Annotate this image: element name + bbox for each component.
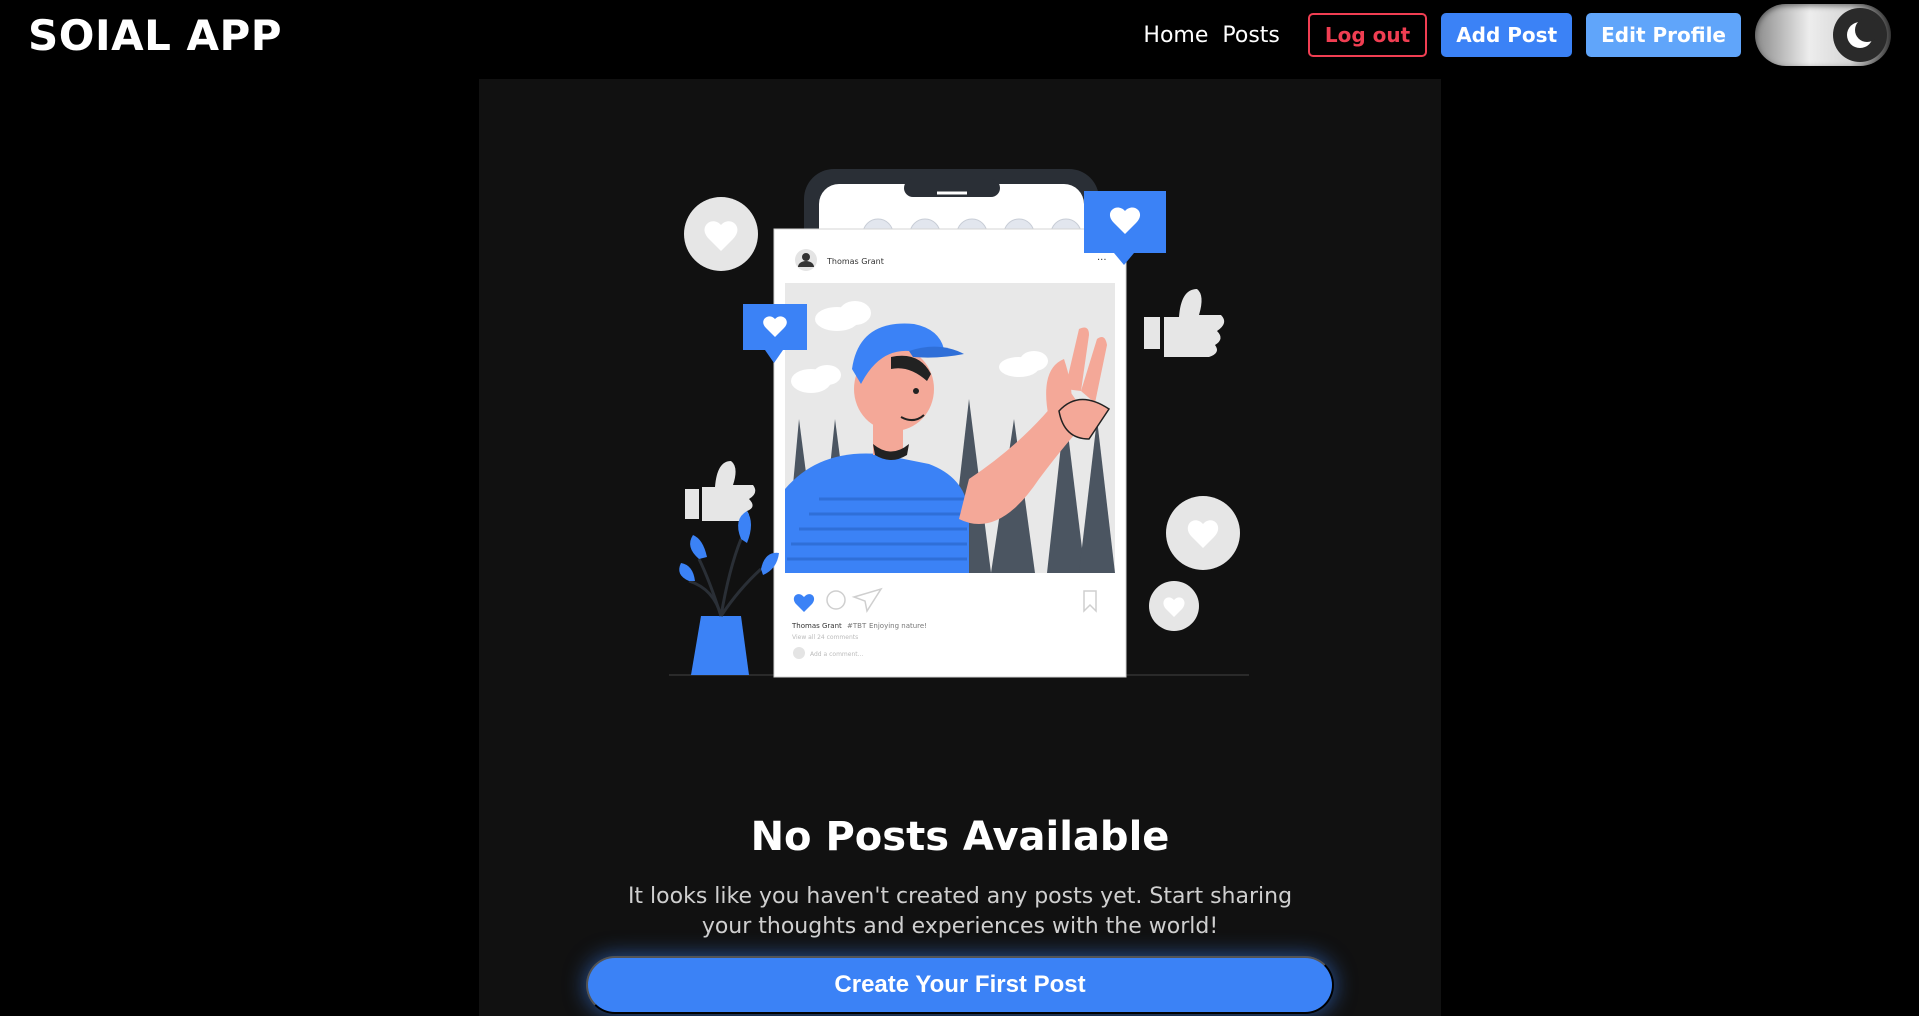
thumbs-up-icon-left (685, 461, 756, 521)
edit-profile-button[interactable]: Edit Profile (1586, 13, 1741, 57)
comment-avatar (793, 647, 805, 659)
caption-user: Thomas Grant (791, 622, 842, 630)
caption-tag: #TBT (847, 622, 867, 630)
navbar: SOIAL APP Home Posts Log out Add Post Ed… (0, 0, 1919, 70)
comments-count: View all 24 comments (792, 634, 858, 641)
theme-toggle[interactable] (1755, 4, 1891, 66)
add-post-button[interactable]: Add Post (1441, 13, 1573, 57)
create-first-post-button[interactable]: Create Your First Post (586, 956, 1334, 1014)
add-comment: Add a comment... (810, 651, 863, 658)
nav-link-posts[interactable]: Posts (1222, 23, 1280, 48)
empty-state-title: No Posts Available (750, 814, 1170, 860)
logout-button[interactable]: Log out (1307, 13, 1428, 57)
nav-actions: Home Posts Log out Add Post Edit Profile (1143, 0, 1891, 70)
empty-state-description: It looks like you haven't created any po… (627, 884, 1293, 939)
post-more-icon: ··· (1097, 255, 1107, 266)
avatar-head (802, 253, 810, 261)
toggle-knob (1833, 8, 1887, 62)
empty-posts-illustration: Thomas Grant ··· Thomas Grant #TBT Enjoy… (669, 169, 1249, 678)
main-panel: Thomas Grant ··· Thomas Grant #TBT Enjoy… (479, 79, 1441, 1016)
caption-text: Enjoying nature! (869, 622, 927, 630)
post-username: Thomas Grant (826, 257, 884, 266)
moon-icon (1847, 19, 1876, 48)
brand-logo[interactable]: SOIAL APP (28, 11, 282, 60)
nav-link-home[interactable]: Home (1143, 23, 1208, 48)
thumbs-up-icon-right (1144, 289, 1225, 357)
plant-vase (679, 511, 779, 675)
